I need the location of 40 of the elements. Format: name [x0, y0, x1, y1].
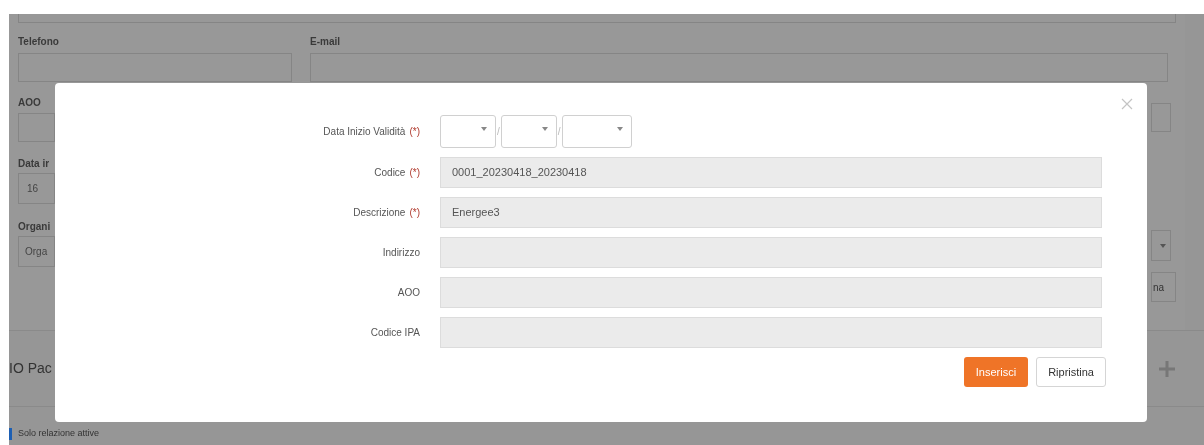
field-label: Telefono [18, 35, 60, 49]
field-label: AOO [397, 286, 420, 300]
field-label: Codice [374, 166, 406, 180]
checkbox-label: Solo relazione attive [18, 426, 100, 440]
field-label: AOO [18, 96, 41, 110]
required-mark: (*) [409, 166, 420, 180]
text-input[interactable]: Energee3 [440, 197, 1102, 228]
required-mark: (*) [409, 206, 420, 220]
field-label: Descrizione [353, 206, 406, 220]
checkbox[interactable] [9, 428, 12, 440]
date-separator: / [557, 125, 561, 139]
action-button[interactable]: na [1151, 272, 1176, 302]
plus-icon[interactable] [1158, 359, 1176, 378]
close-icon[interactable] [1121, 98, 1133, 110]
reset-button[interactable]: Ripristina [1036, 357, 1106, 387]
date-select[interactable] [440, 115, 496, 148]
date-input[interactable]: 16 [18, 173, 55, 204]
date-select[interactable] [500, 115, 557, 148]
caret-down-icon [616, 127, 623, 131]
field-label: Data Inizio Validità [323, 125, 406, 139]
organization-select[interactable]: Orga [18, 236, 55, 267]
field-label: E-mail [310, 35, 341, 49]
caret-down-icon [541, 127, 548, 131]
field-label: Codice IPA [370, 326, 420, 340]
field-label: Data ir [18, 157, 50, 171]
insert-button[interactable]: Inserisci [963, 357, 1029, 387]
field-label: Indirizzo [382, 246, 420, 260]
phone-input[interactable] [18, 53, 292, 82]
email-input[interactable] [310, 53, 1168, 82]
text-input[interactable]: 0001_20230418_20230418 [440, 157, 1102, 188]
date-separator: / [497, 125, 500, 139]
aoo-input[interactable] [18, 113, 55, 142]
section-title: IO Pac [9, 359, 52, 378]
required-mark: (*) [409, 125, 420, 139]
field-label: Organi [18, 220, 51, 234]
select-field[interactable] [1151, 230, 1171, 261]
text-input[interactable] [18, 14, 1176, 23]
caret-down-icon [481, 127, 487, 131]
caret-down-icon [1160, 243, 1166, 248]
date-select[interactable] [561, 115, 632, 148]
